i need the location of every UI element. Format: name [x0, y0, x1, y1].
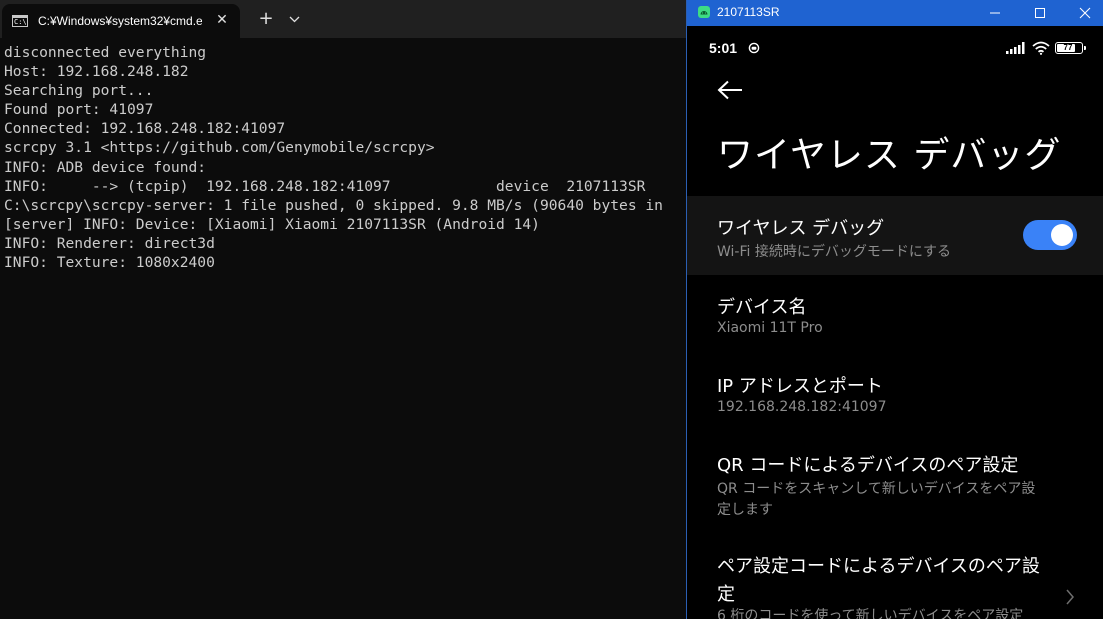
- switch-knob: [1051, 224, 1073, 246]
- device-name-row[interactable]: デバイス名 Xiaomi 11T Pro: [687, 283, 1103, 343]
- ip-address-title: IP アドレスとポート: [717, 376, 883, 397]
- wifi-icon: [1032, 41, 1050, 55]
- toggle-row-title: ワイヤレス デバッグ: [717, 218, 885, 239]
- terminal-line: C:\scrcpy\scrcpy-server: 1 file pushed, …: [4, 196, 663, 214]
- pairing-code-row[interactable]: ペア設定コードによるデバイスのペア設 定 6 桁のコードを使って新しいデバイスを…: [687, 542, 1103, 619]
- battery-tip: [1084, 46, 1086, 50]
- maximize-button[interactable]: [1017, 0, 1063, 26]
- scrcpy-titlebar[interactable]: 2107113SR: [687, 0, 1103, 26]
- tab-dropdown-button[interactable]: [286, 10, 304, 30]
- terminal-line: INFO: Texture: 1080x2400: [4, 254, 215, 272]
- new-tab-button[interactable]: +: [256, 10, 276, 30]
- terminal-line: Host: 192.168.248.182: [4, 63, 189, 81]
- battery-level: 77: [1063, 43, 1073, 52]
- terminal-line: INFO: ADB device found:: [4, 158, 207, 176]
- chevron-down-icon: [289, 16, 300, 23]
- window-title: 2107113SR: [717, 5, 780, 19]
- signal-icon: [1006, 42, 1025, 54]
- toggle-row-subtitle: Wi-Fi 接続時にデバッグモードにする: [717, 244, 951, 260]
- qr-pairing-row[interactable]: QR コードによるデバイスのペア設定 QR コードをスキャンして新しいデバイスを…: [687, 441, 1103, 523]
- status-time: 5:01: [709, 40, 738, 56]
- minimize-button[interactable]: [972, 0, 1018, 26]
- window-close-button[interactable]: [1062, 0, 1103, 26]
- tab-close-icon[interactable]: ✕: [214, 12, 230, 28]
- terminal-line: Found port: 41097: [4, 101, 154, 119]
- terminal-output[interactable]: disconnected everything Host: 192.168.24…: [4, 43, 686, 272]
- terminal-line: scrcpy 3.1 <https://github.com/Genymobil…: [4, 139, 435, 157]
- back-button[interactable]: [711, 74, 751, 106]
- android-status-bar: 5:01 77: [687, 26, 1103, 70]
- terminal-tab[interactable]: C:\ C:¥Windows¥system32¥cmd.e ✕: [2, 4, 240, 38]
- ip-address-row[interactable]: IP アドレスとポート 192.168.248.182:41097: [687, 362, 1103, 422]
- terminal-line: Connected: 192.168.248.182:41097: [4, 120, 286, 138]
- ip-address-value: 192.168.248.182:41097: [717, 399, 887, 415]
- chevron-right-icon: [1066, 589, 1074, 605]
- terminal-line: [server] INFO: Device: [Xiaomi] Xiaomi 2…: [4, 215, 540, 233]
- back-arrow-icon: [717, 80, 742, 100]
- wireless-debugging-switch[interactable]: [1023, 220, 1077, 250]
- page-title: ワイヤレス デバッグ: [717, 135, 1062, 176]
- terminal-tab-title: C:¥Windows¥system32¥cmd.e: [38, 14, 202, 28]
- maximize-icon: [1035, 8, 1045, 18]
- qr-pairing-subtitle-line1: QR コードをスキャンして新しいデバイスをペア設: [717, 481, 1036, 497]
- terminal-line: INFO: Renderer: direct3d: [4, 234, 215, 252]
- notification-icon: [748, 42, 760, 54]
- terminal-window: C:\ C:¥Windows¥system32¥cmd.e ✕ + discon…: [0, 0, 686, 619]
- scrcpy-window: 2107113SR 5:01 77 ワイヤレス デバッグ ワイヤレス デバッグ …: [686, 0, 1103, 619]
- android-icon: [698, 6, 710, 18]
- terminal-titlebar: C:\ C:¥Windows¥system32¥cmd.e ✕ +: [0, 0, 686, 38]
- minimize-icon: [990, 12, 1000, 14]
- qr-pairing-subtitle-line2: 定します: [717, 502, 773, 518]
- close-icon: [1079, 7, 1091, 19]
- cmd-icon: C:\: [12, 15, 28, 27]
- qr-pairing-title: QR コードによるデバイスのペア設定: [717, 455, 1019, 476]
- terminal-line: disconnected everything: [4, 44, 207, 61]
- battery-icon: 77: [1055, 42, 1086, 54]
- pairing-code-title-line2: 定: [717, 584, 735, 605]
- wireless-debugging-toggle-row[interactable]: ワイヤレス デバッグ Wi-Fi 接続時にデバッグモードにする: [687, 196, 1103, 275]
- terminal-line: Searching port...: [4, 82, 154, 100]
- pairing-code-title-line1: ペア設定コードによるデバイスのペア設: [717, 556, 1040, 577]
- terminal-line: INFO: --> (tcpip) 192.168.248.182:41097 …: [4, 177, 646, 195]
- device-name-value: Xiaomi 11T Pro: [717, 320, 823, 336]
- pairing-code-subtitle: 6 桁のコードを使って新しいデバイスをペア設定: [717, 608, 1024, 619]
- device-name-title: デバイス名: [717, 297, 807, 318]
